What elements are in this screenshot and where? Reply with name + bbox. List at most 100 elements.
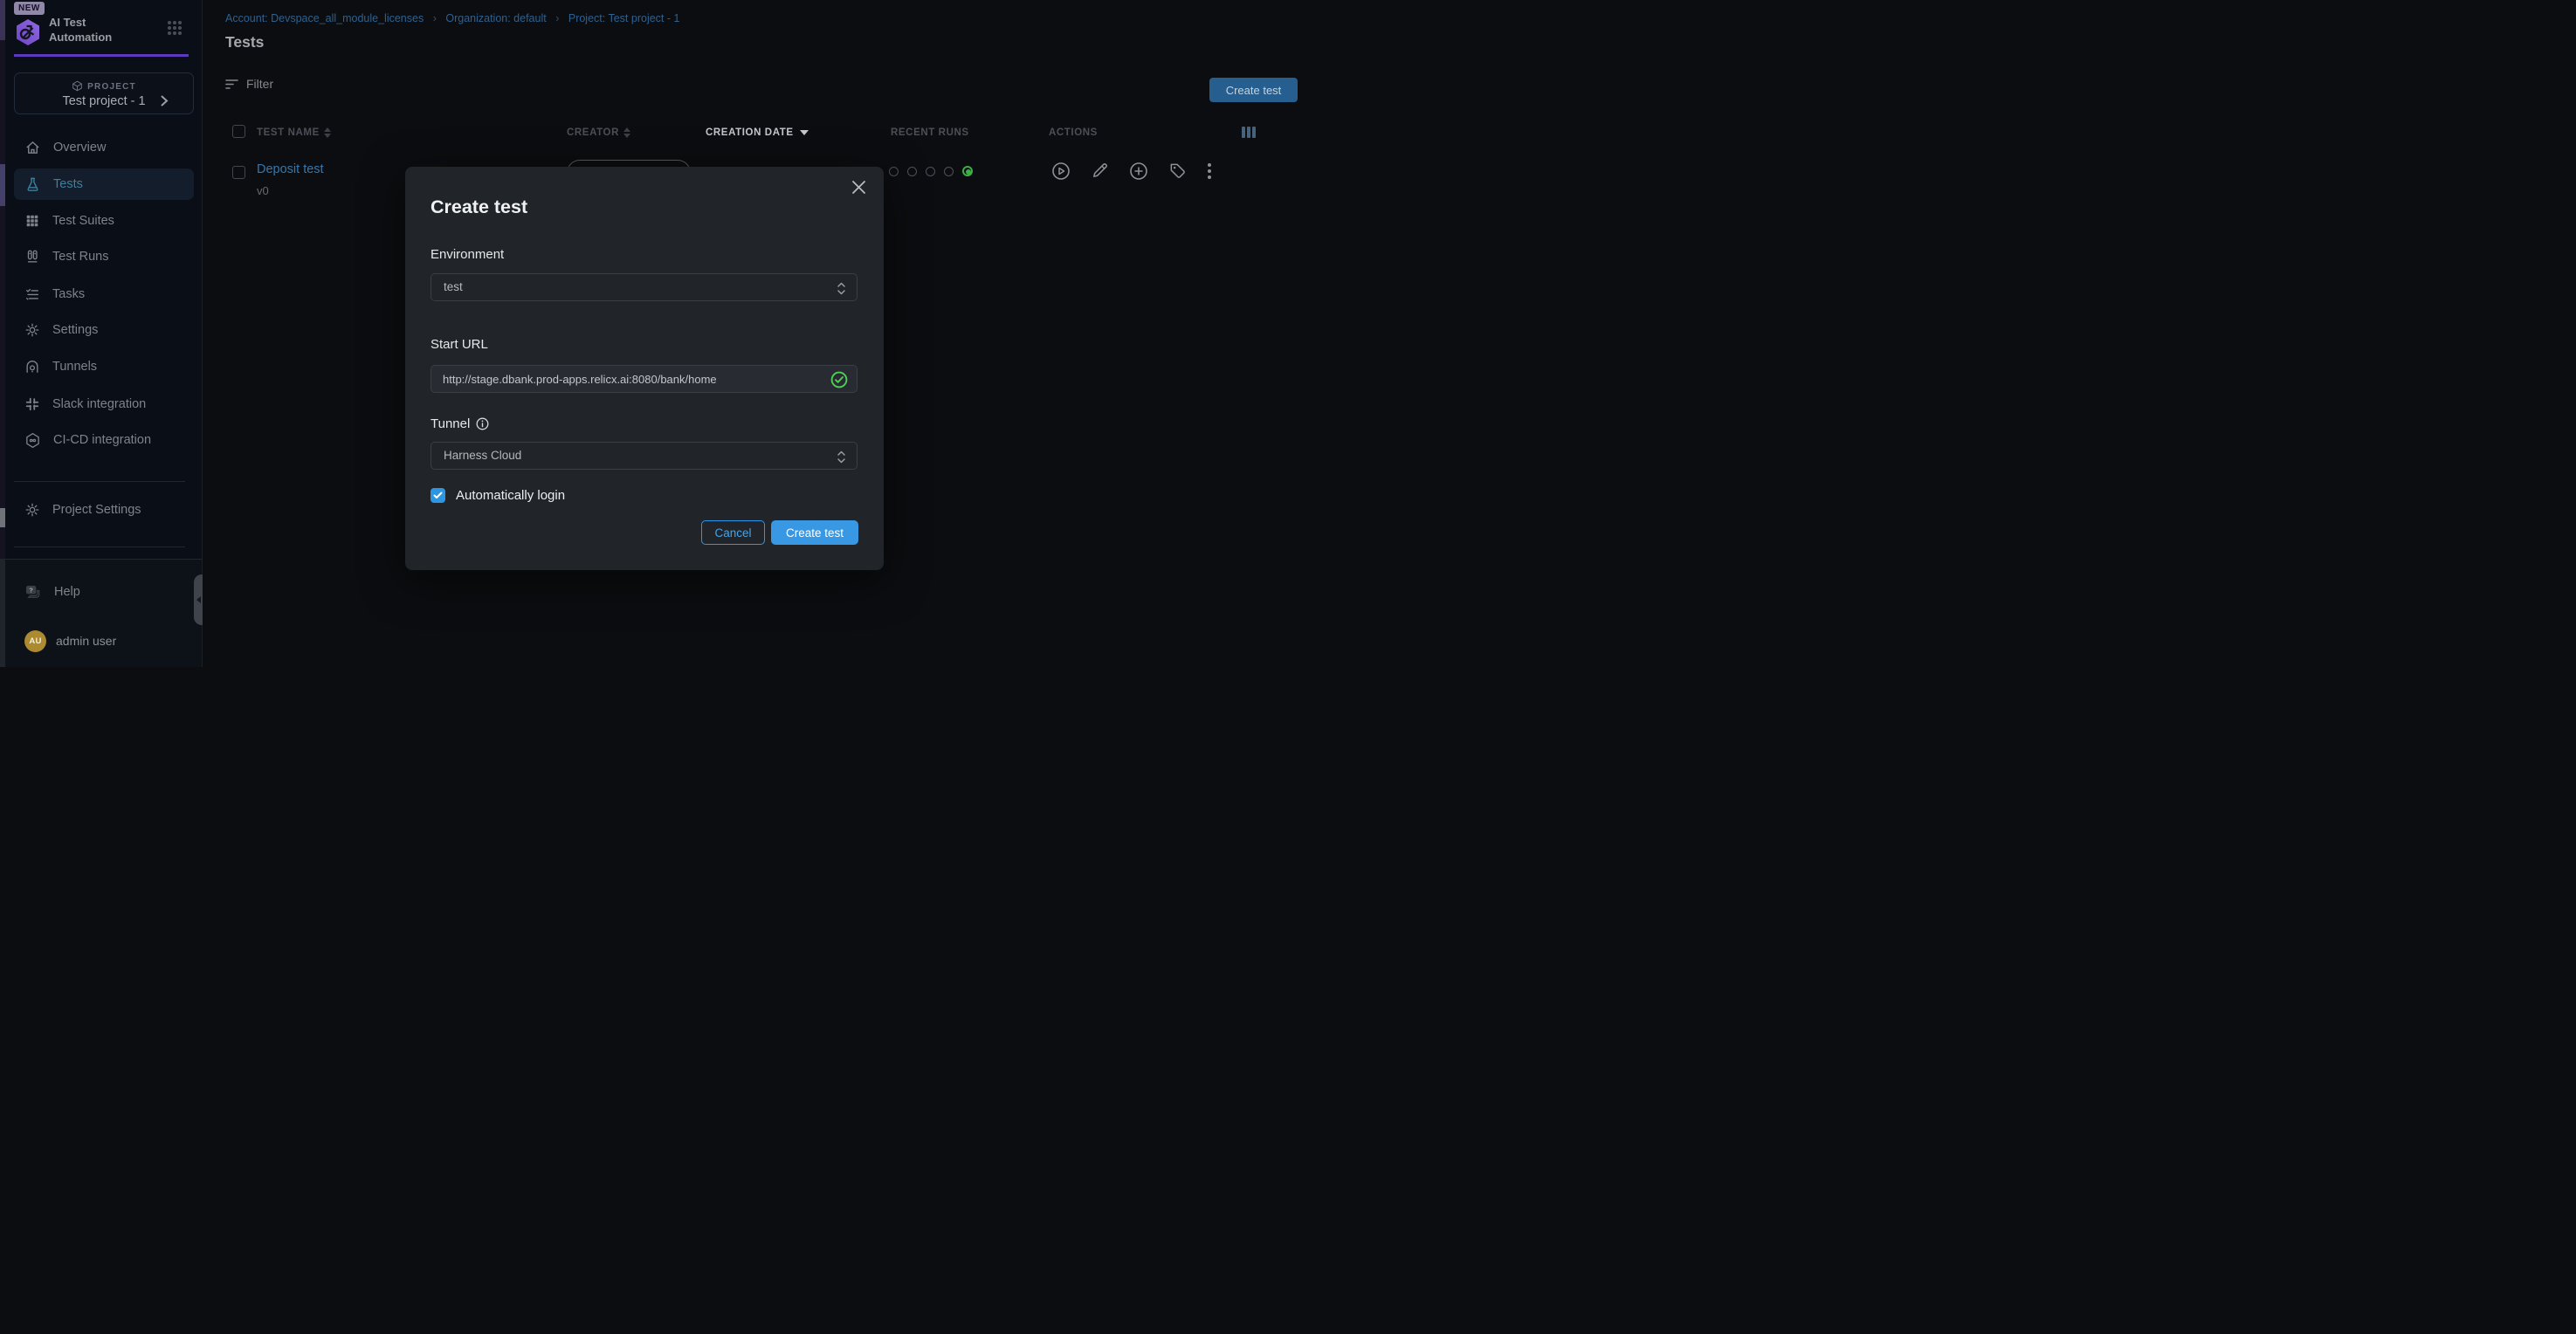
breadcrumb-separator: › bbox=[433, 12, 437, 24]
column-header-recent-runs: RECENT RUNS bbox=[891, 127, 969, 138]
column-settings-icon[interactable] bbox=[1242, 127, 1256, 138]
modal-buttons: Cancel Create test bbox=[701, 520, 858, 545]
pencil-icon bbox=[1091, 162, 1109, 180]
create-test-modal: Create test Environment test Start URL h… bbox=[405, 167, 884, 570]
close-icon[interactable] bbox=[851, 180, 866, 195]
table-header: TEST NAME CREATOR CREATION DATE RECENT R… bbox=[225, 122, 1279, 147]
sidebar-item-label: Test Suites bbox=[52, 214, 114, 228]
tunnel-select[interactable]: Harness Cloud bbox=[430, 442, 858, 470]
sidebar-divider bbox=[14, 481, 185, 482]
column-header-creation-date[interactable]: CREATION DATE bbox=[706, 127, 809, 138]
run-dot[interactable] bbox=[926, 167, 935, 176]
breadcrumb: Account: Devspace_all_module_licenses › … bbox=[225, 12, 679, 24]
user-menu[interactable]: AU admin user bbox=[14, 625, 194, 657]
modal-create-test-button[interactable]: Create test bbox=[771, 520, 858, 545]
test-runs-icon bbox=[24, 249, 40, 265]
sidebar-footer: ? Help AU admin user bbox=[5, 559, 202, 667]
sidebar-item-project-settings[interactable]: Project Settings bbox=[14, 494, 194, 526]
filter-row: Filter Create test bbox=[225, 77, 273, 103]
sidebar-item-overview[interactable]: Overview bbox=[14, 132, 194, 163]
flask-icon bbox=[24, 176, 41, 193]
create-test-button[interactable]: Create test bbox=[1209, 78, 1298, 102]
auto-login-checkbox[interactable] bbox=[430, 488, 445, 503]
add-to-suite-button[interactable] bbox=[1129, 162, 1148, 181]
sort-icon bbox=[623, 127, 630, 138]
column-header-creator[interactable]: CREATOR bbox=[567, 127, 630, 138]
collapse-arrow-icon bbox=[196, 596, 201, 603]
play-circle-icon bbox=[1051, 162, 1071, 181]
cube-icon bbox=[72, 80, 83, 92]
filter-button[interactable]: Filter bbox=[225, 77, 273, 91]
breadcrumb-project[interactable]: Project: Test project - 1 bbox=[568, 12, 680, 24]
sidebar-item-label: Settings bbox=[52, 323, 98, 337]
sidebar-item-label: Tests bbox=[53, 177, 83, 191]
select-all-checkbox[interactable] bbox=[232, 125, 245, 138]
app-switcher-icon[interactable] bbox=[166, 19, 183, 37]
run-dot[interactable] bbox=[944, 167, 954, 176]
run-dot[interactable] bbox=[889, 167, 899, 176]
breadcrumb-account[interactable]: Account: Devspace_all_module_licenses bbox=[225, 12, 424, 24]
more-menu-button[interactable] bbox=[1207, 162, 1212, 181]
sidebar-item-label: Tasks bbox=[52, 287, 85, 301]
column-header-test-name[interactable]: TEST NAME bbox=[257, 127, 331, 138]
select-carets-icon bbox=[836, 281, 847, 296]
test-version: v0 bbox=[257, 184, 269, 197]
info-icon[interactable] bbox=[476, 417, 489, 430]
sidebar-item-test-suites[interactable]: Test Suites bbox=[14, 205, 194, 237]
grid-squares-icon bbox=[24, 213, 40, 229]
modal-title: Create test bbox=[430, 196, 527, 218]
chevron-right-icon bbox=[161, 95, 169, 107]
sidebar-item-test-runs[interactable]: Test Runs bbox=[14, 241, 194, 272]
environment-value: test bbox=[444, 280, 463, 293]
start-url-input[interactable]: http://stage.dbank.prod-apps.relicx.ai:8… bbox=[430, 365, 858, 393]
environment-select[interactable]: test bbox=[430, 273, 858, 301]
home-icon bbox=[24, 140, 41, 156]
sidebar-item-label: Overview bbox=[53, 141, 106, 155]
sidebar-item-tasks[interactable]: Tasks bbox=[14, 278, 194, 310]
environment-label: Environment bbox=[430, 247, 504, 262]
help-chat-icon: ? bbox=[24, 584, 42, 601]
user-name: admin user bbox=[56, 634, 116, 648]
new-badge: NEW bbox=[14, 2, 45, 15]
start-url-value: http://stage.dbank.prod-apps.relicx.ai:8… bbox=[443, 373, 717, 386]
sidebar-collapse-handle[interactable] bbox=[194, 574, 203, 625]
brand-underline bbox=[14, 54, 189, 57]
cancel-button[interactable]: Cancel bbox=[701, 520, 765, 545]
sidebar-item-label: Help bbox=[54, 585, 80, 599]
app-title: AI Test Automation bbox=[49, 15, 112, 45]
edit-test-button[interactable] bbox=[1091, 162, 1109, 181]
column-header-actions: ACTIONS bbox=[1049, 127, 1098, 138]
slack-icon bbox=[24, 396, 40, 412]
cicd-icon bbox=[24, 432, 41, 449]
sidebar-item-tunnels[interactable]: Tunnels bbox=[14, 351, 194, 382]
sidebar-item-cicd-integration[interactable]: CI-CD integration bbox=[14, 424, 194, 456]
tasks-icon bbox=[24, 286, 40, 302]
sidebar-item-slack-integration[interactable]: Slack integration bbox=[14, 389, 194, 420]
sidebar-item-settings[interactable]: Settings bbox=[14, 314, 194, 346]
tunnel-icon bbox=[24, 359, 40, 375]
tag-icon bbox=[1168, 162, 1187, 180]
auto-login-checkbox-row[interactable]: Automatically login bbox=[430, 488, 565, 503]
filter-icon bbox=[225, 79, 238, 90]
sidebar-item-help[interactable]: ? Help bbox=[14, 576, 194, 608]
run-test-button[interactable] bbox=[1051, 162, 1071, 181]
app-logo-icon bbox=[14, 18, 42, 46]
sidebar-item-label: Slack integration bbox=[52, 397, 146, 411]
run-dot[interactable] bbox=[907, 167, 917, 176]
start-url-label: Start URL bbox=[430, 337, 488, 352]
sidebar-item-label: Project Settings bbox=[52, 503, 141, 517]
row-checkbox[interactable] bbox=[232, 166, 245, 179]
breadcrumb-organization[interactable]: Organization: default bbox=[445, 12, 546, 24]
project-selector[interactable]: PROJECT Test project - 1 bbox=[14, 72, 194, 114]
gear-icon bbox=[24, 502, 40, 518]
sidebar-item-tests[interactable]: Tests bbox=[14, 168, 194, 200]
run-dot-success[interactable] bbox=[962, 166, 973, 176]
avatar: AU bbox=[24, 630, 46, 652]
auto-login-label: Automatically login bbox=[456, 488, 565, 503]
test-name-link[interactable]: Deposit test bbox=[257, 162, 324, 176]
breadcrumb-separator: › bbox=[555, 12, 559, 24]
tag-button[interactable] bbox=[1168, 162, 1187, 181]
recent-runs bbox=[889, 166, 973, 176]
select-carets-icon bbox=[836, 450, 847, 464]
tunnel-value: Harness Cloud bbox=[444, 449, 521, 462]
